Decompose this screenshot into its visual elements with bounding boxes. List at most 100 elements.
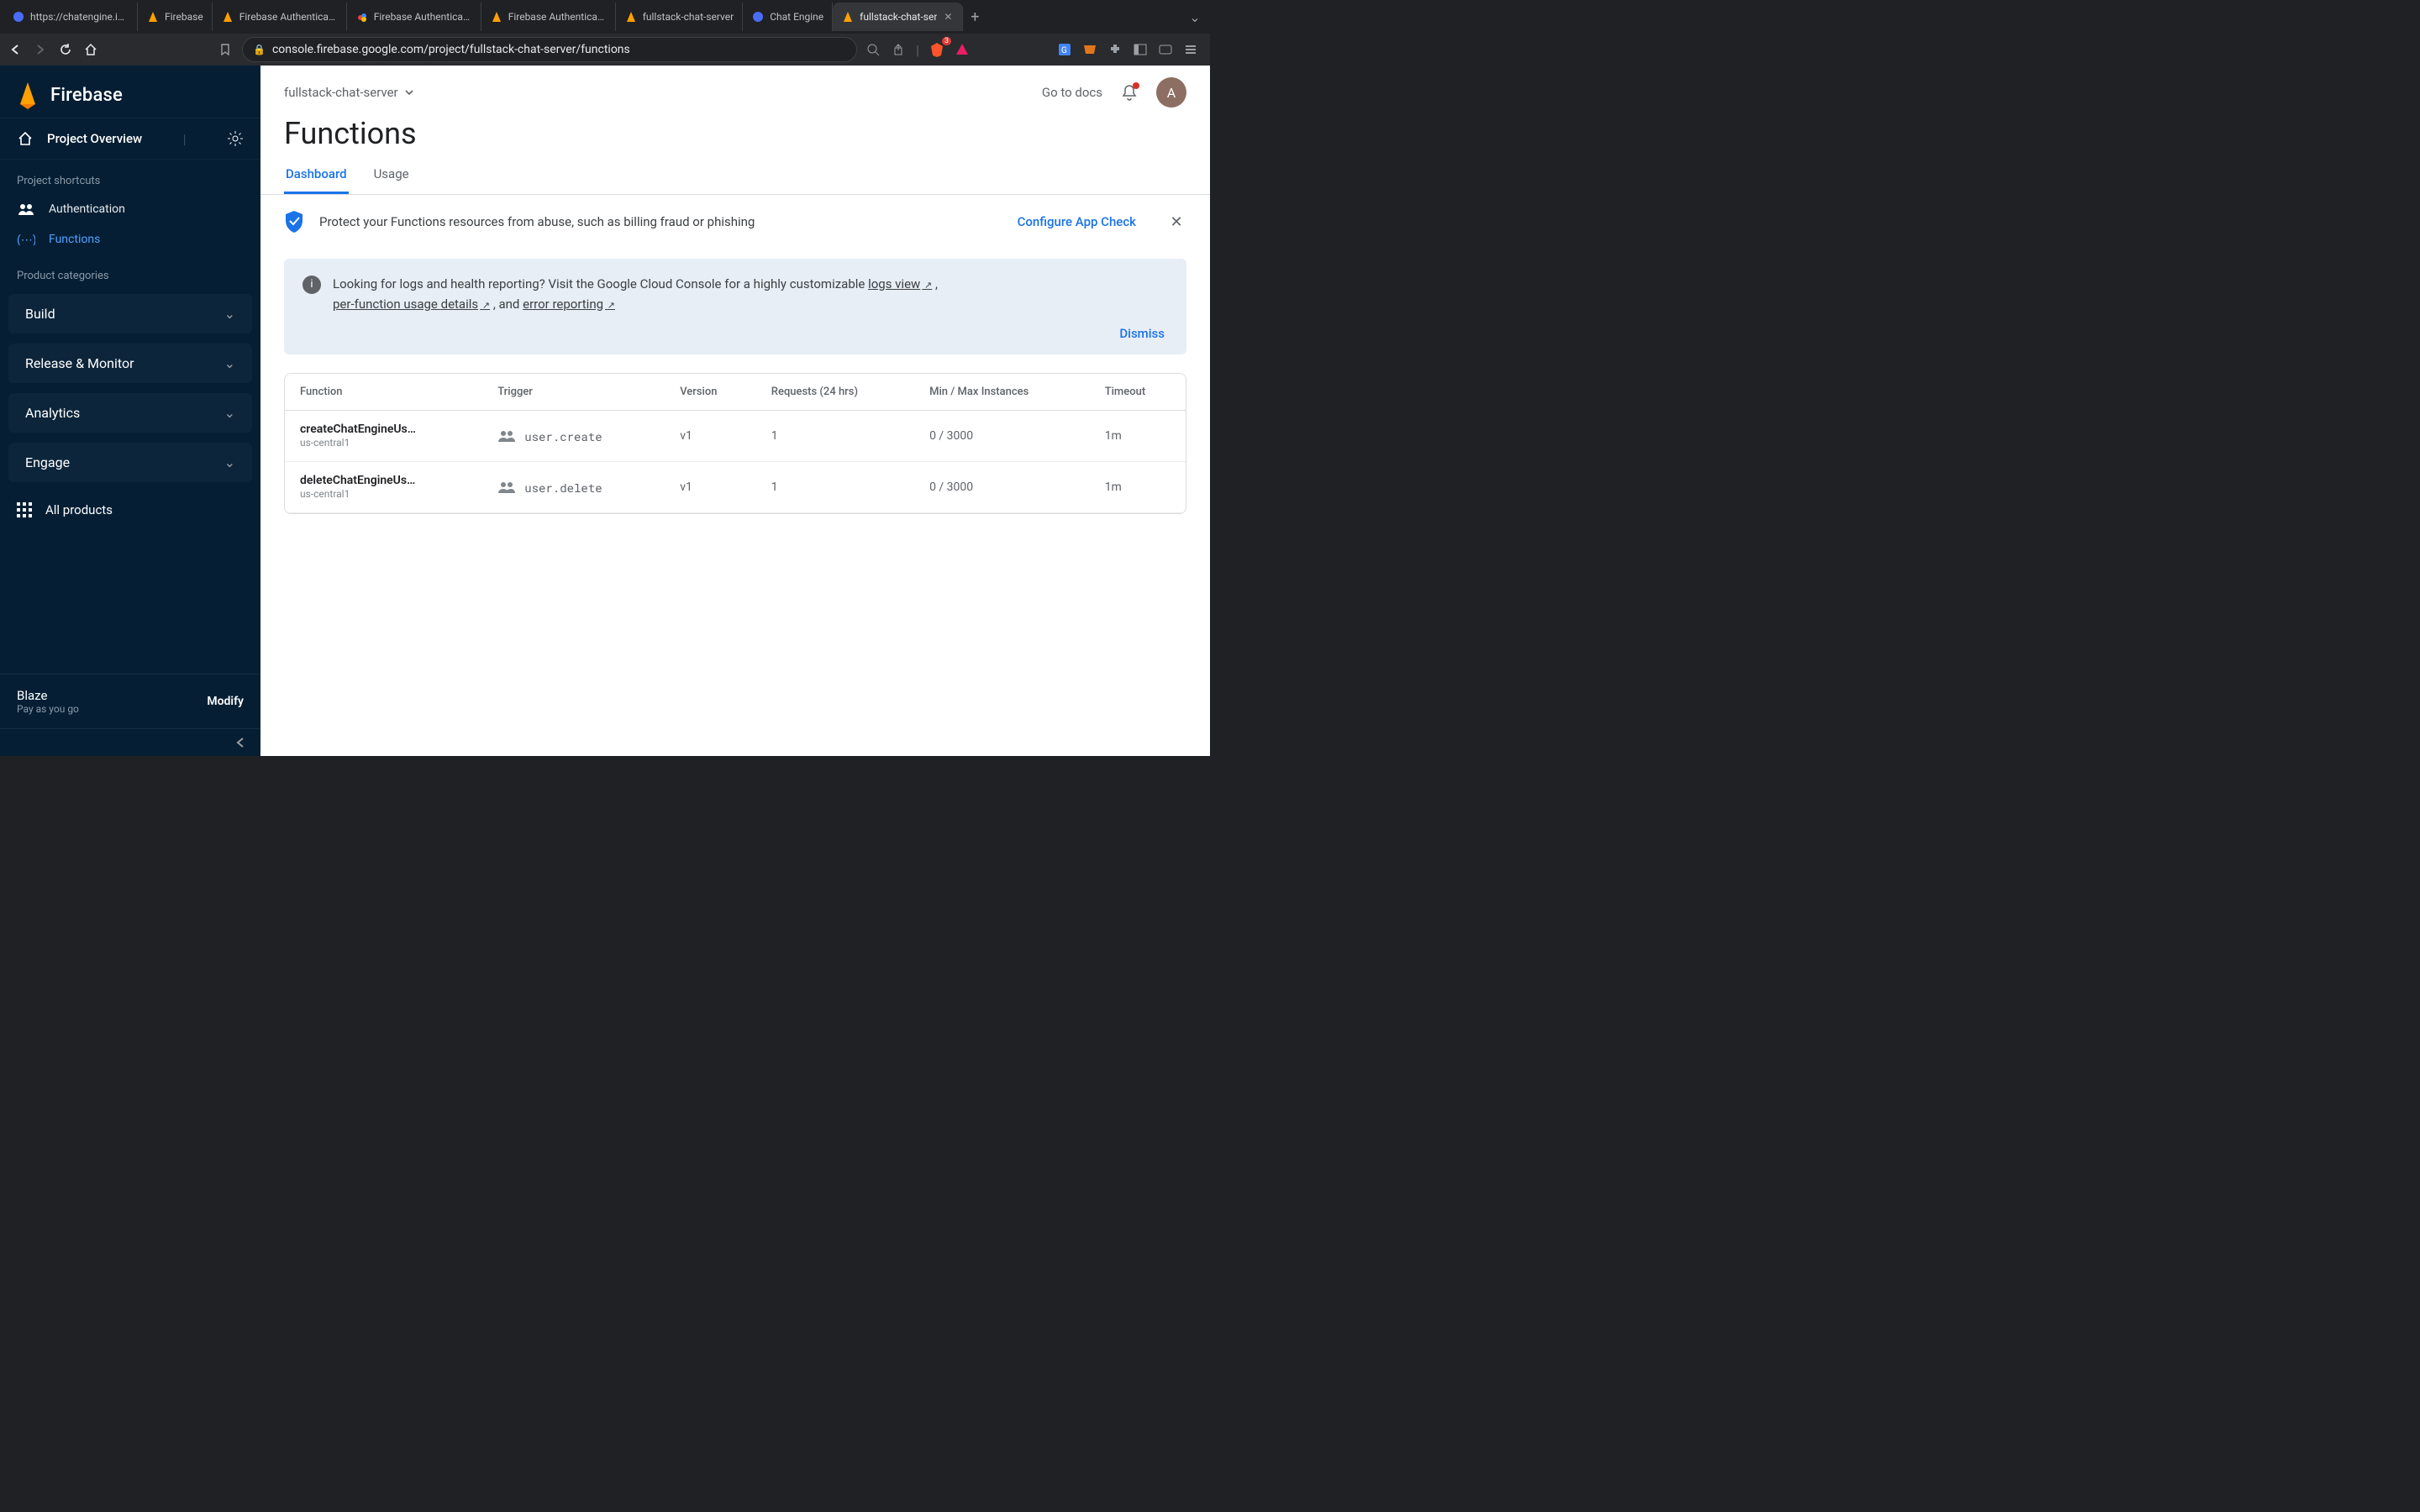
- cell-instances: 0 / 3000: [914, 462, 1090, 513]
- category-engage[interactable]: Engage ⌄: [8, 443, 252, 482]
- browser-tab[interactable]: Firebase: [138, 3, 213, 31]
- plan-subtitle: Pay as you go: [17, 703, 79, 715]
- share-icon[interactable]: [891, 42, 906, 57]
- col-version[interactable]: Version: [665, 374, 756, 411]
- error-reporting-link[interactable]: error reporting ↗: [523, 297, 615, 312]
- wallet-icon[interactable]: [1158, 42, 1173, 57]
- category-analytics[interactable]: Analytics ⌄: [8, 393, 252, 433]
- avatar[interactable]: A: [1156, 77, 1186, 108]
- project-name: fullstack-chat-server: [284, 85, 398, 100]
- address-bar[interactable]: 🔒 console.firebase.google.com/project/fu…: [242, 37, 857, 62]
- close-banner-button[interactable]: ✕: [1166, 213, 1186, 231]
- all-products-link[interactable]: All products: [0, 487, 260, 533]
- browser-tab[interactable]: Firebase Authenticatio: [481, 3, 616, 31]
- reload-button[interactable]: [57, 41, 74, 58]
- browser-tab[interactable]: https://chatengine.io/p: [3, 3, 138, 31]
- trigger-name: user.delete: [524, 480, 602, 496]
- go-to-docs-link[interactable]: Go to docs: [1042, 85, 1102, 100]
- table-row[interactable]: deleteChatEngineUs… us-central1 user.del…: [285, 462, 1186, 513]
- back-button[interactable]: [7, 41, 24, 58]
- grid-icon: [17, 502, 32, 517]
- overview-label: Project Overview: [47, 131, 142, 146]
- sidepanel-icon[interactable]: [1133, 42, 1148, 57]
- sidebar: Firebase Project Overview | Project shor…: [0, 66, 260, 756]
- tab-overflow-button[interactable]: ⌄: [1183, 9, 1207, 25]
- home-button[interactable]: [82, 41, 99, 58]
- col-instances[interactable]: Min / Max Instances: [914, 374, 1090, 411]
- table-row[interactable]: createChatEngineUs… us-central1 user.cre…: [285, 411, 1186, 462]
- page-title: Functions: [260, 108, 1210, 156]
- notification-dot-icon: [1133, 82, 1139, 89]
- browser-tab[interactable]: Firebase Authenticatio: [213, 3, 347, 31]
- configure-app-check-link[interactable]: Configure App Check: [1018, 214, 1136, 229]
- metamask-icon[interactable]: [1082, 42, 1097, 57]
- col-trigger[interactable]: Trigger: [482, 374, 665, 411]
- banner-text: Protect your Functions resources from ab…: [319, 214, 755, 229]
- function-name: createChatEngineUs…: [300, 423, 460, 436]
- tab-usage[interactable]: Usage: [372, 156, 411, 194]
- extensions-icon[interactable]: [1107, 42, 1123, 57]
- firebase-icon: [146, 10, 160, 24]
- browser-tab[interactable]: fullstack-chat-server: [616, 3, 744, 31]
- category-label: Build: [25, 306, 55, 322]
- settings-button[interactable]: [227, 130, 244, 147]
- logs-view-link[interactable]: logs view ↗: [868, 276, 932, 291]
- project-overview-link[interactable]: Project Overview: [17, 130, 142, 147]
- chatengine-icon: [12, 10, 25, 24]
- close-tab-icon[interactable]: ✕: [942, 11, 954, 23]
- chevron-left-icon: [235, 738, 245, 748]
- firebase-icon: [490, 10, 503, 24]
- modify-plan-button[interactable]: Modify: [207, 695, 244, 708]
- cell-version: v1: [665, 462, 756, 513]
- zoom-icon[interactable]: [865, 42, 881, 57]
- collapse-sidebar-button[interactable]: [0, 728, 260, 756]
- col-function[interactable]: Function: [285, 374, 482, 411]
- tab-dashboard[interactable]: Dashboard: [284, 156, 349, 194]
- browser-menu-icon[interactable]: [1183, 42, 1198, 57]
- chevron-down-icon: [405, 88, 413, 97]
- gcloud-icon: [355, 10, 369, 24]
- tab-title: fullstack-chat-server: [643, 11, 734, 23]
- category-label: Analytics: [25, 405, 80, 421]
- dismiss-info-button[interactable]: Dismiss: [302, 314, 1168, 344]
- project-overview-row: Project Overview |: [0, 118, 260, 160]
- usage-details-link[interactable]: per-function usage details ↗: [333, 297, 490, 312]
- browser-tab-active[interactable]: fullstack-chat-ser ✕: [833, 3, 963, 31]
- category-label: Release & Monitor: [25, 355, 134, 371]
- firebase-brand[interactable]: Firebase: [0, 66, 260, 118]
- project-picker[interactable]: fullstack-chat-server: [284, 85, 413, 100]
- translate-icon[interactable]: G: [1057, 42, 1072, 57]
- external-link-icon: ↗: [922, 280, 932, 291]
- page-header: fullstack-chat-server Go to docs A: [260, 66, 1210, 108]
- category-build[interactable]: Build ⌄: [8, 294, 252, 333]
- tab-title: Firebase: [165, 11, 203, 23]
- category-release-monitor[interactable]: Release & Monitor ⌄: [8, 344, 252, 383]
- bookmark-button[interactable]: [217, 41, 234, 58]
- browser-tab[interactable]: Firebase Authenticatio: [347, 3, 481, 31]
- home-icon: [17, 130, 34, 147]
- col-timeout[interactable]: Timeout: [1090, 374, 1186, 411]
- chevron-down-icon: ⌄: [224, 355, 235, 371]
- extension-icons: | 3 G: [865, 42, 1203, 58]
- firebase-icon: [841, 10, 855, 24]
- sidebar-item-label: Functions: [49, 233, 100, 246]
- new-tab-button[interactable]: +: [963, 8, 986, 26]
- categories-heading: Product categories: [0, 255, 260, 289]
- browser-toolbar: 🔒 console.firebase.google.com/project/fu…: [0, 34, 1210, 66]
- col-requests[interactable]: Requests (24 hrs): [756, 374, 914, 411]
- sidebar-item-functions[interactable]: (⋯) Functions: [0, 224, 260, 255]
- brave-shields-icon[interactable]: 3: [929, 42, 944, 57]
- forward-button[interactable]: [32, 41, 49, 58]
- chevron-down-icon: ⌄: [224, 306, 235, 322]
- browser-tab[interactable]: Chat Engine: [743, 3, 833, 31]
- cell-instances: 0 / 3000: [914, 411, 1090, 462]
- url-text: console.firebase.google.com/project/full…: [272, 43, 630, 56]
- notifications-button[interactable]: [1121, 84, 1138, 101]
- tab-title: Firebase Authenticatio: [374, 11, 472, 23]
- chevron-down-icon: ⌄: [224, 454, 235, 470]
- auth-trigger-icon: [497, 480, 516, 494]
- shields-count: 3: [942, 37, 951, 45]
- cell-version: v1: [665, 411, 756, 462]
- brave-rewards-icon[interactable]: [955, 42, 970, 57]
- sidebar-item-authentication[interactable]: Authentication: [0, 194, 260, 224]
